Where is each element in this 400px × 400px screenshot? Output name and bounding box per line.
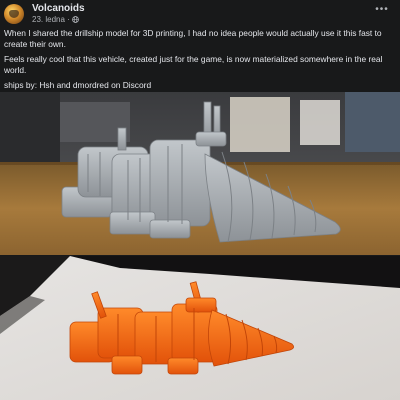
meta-separator: ·	[67, 15, 70, 24]
post-paragraph: Feels really cool that this vehicle, cre…	[4, 54, 383, 75]
post-paragraph: ships by: Hsh and dmordred on Discord	[4, 80, 152, 90]
post-photo-grey-print[interactable]	[0, 92, 400, 255]
post-body: When I shared the drillship model for 3D…	[4, 28, 394, 95]
facebook-post: Volcanoids 23. ledna · ••• When I shared…	[0, 0, 400, 400]
globe-icon[interactable]	[72, 15, 79, 24]
more-options-button[interactable]: •••	[374, 4, 390, 16]
post-paragraph: When I shared the drillship model for 3D…	[4, 28, 382, 49]
page-avatar[interactable]	[4, 4, 24, 24]
author-name[interactable]: Volcanoids	[32, 3, 85, 14]
post-date[interactable]: 23. ledna	[32, 15, 65, 24]
post-header: Volcanoids 23. ledna · •••	[0, 0, 400, 26]
post-meta: 23. ledna ·	[32, 15, 79, 24]
post-photo-orange-print[interactable]	[0, 256, 400, 400]
avatar-logo-icon	[9, 10, 19, 18]
